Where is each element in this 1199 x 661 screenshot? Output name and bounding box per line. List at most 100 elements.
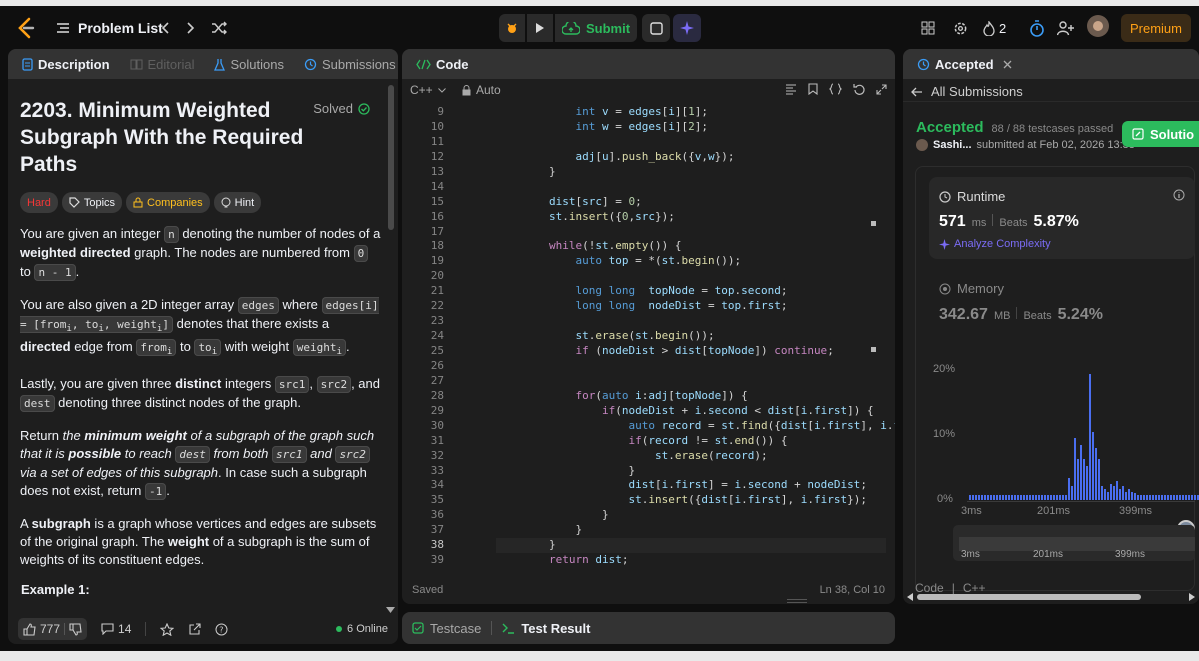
histogram-bar [1158, 494, 1160, 500]
histogram-bar [1071, 486, 1073, 500]
description-tabbar: Description Editorial Solutions Submissi… [8, 49, 398, 79]
histogram-bar [1005, 494, 1007, 500]
paragraph-5: A subgraph is a graph whose vertices and… [20, 516, 377, 568]
comment-count: 14 [118, 622, 132, 636]
problem-list-button[interactable]: Problem List [56, 16, 163, 40]
tab-editorial[interactable]: Editorial [124, 49, 201, 79]
run-play-icon[interactable] [527, 14, 553, 42]
online-dot-icon [336, 626, 343, 632]
horizontal-scrollbar[interactable] [903, 590, 1199, 604]
terminal-icon [502, 623, 515, 634]
histogram-bar [1077, 458, 1079, 500]
runtime-card[interactable]: Runtime 571 ms Beats 5.87% Analyze Compl… [929, 177, 1195, 259]
tab-submissions[interactable]: Submissions [298, 49, 398, 79]
tab-code[interactable]: Code [410, 49, 475, 79]
line-number: 30 [430, 418, 444, 432]
clock-icon [939, 190, 951, 203]
histogram-bar [1173, 494, 1175, 500]
star-icon[interactable] [160, 622, 175, 636]
svg-text:?: ? [220, 625, 224, 634]
submitter-name[interactable]: Sashi... [933, 139, 972, 151]
result-panel: Accepted All Submissions Accepted 88 / 8… [903, 49, 1199, 604]
expand-icon[interactable] [876, 83, 887, 95]
shuffle-icon[interactable] [208, 16, 230, 40]
histogram-bar [1065, 494, 1067, 500]
line-number: 38 [430, 538, 444, 552]
code-lines: int v = edges[i][1]; int w = edges[i][2]… [496, 105, 895, 568]
all-submissions-link[interactable]: All Submissions [911, 84, 1023, 99]
notes-icon[interactable] [642, 14, 670, 42]
bookmark-icon[interactable] [808, 83, 818, 95]
runtime-value: 571 [939, 213, 966, 230]
example-heading: Example 1: [21, 582, 90, 597]
tab-test-result[interactable]: Test Result [502, 621, 590, 636]
histogram-bar [1149, 494, 1151, 500]
info-icon[interactable] [1173, 189, 1185, 201]
tab-accepted[interactable]: Accepted [911, 49, 1018, 79]
add-friend-icon[interactable] [1054, 16, 1076, 40]
debug-bug-icon[interactable] [499, 14, 525, 42]
language-select[interactable]: C++ [410, 83, 446, 97]
help-icon[interactable]: ? [215, 623, 228, 636]
close-icon[interactable] [1003, 60, 1012, 69]
hint-chip[interactable]: Hint [213, 192, 262, 213]
solution-button[interactable]: Solutio [1122, 121, 1199, 147]
analyze-complexity-link[interactable]: Analyze Complexity [939, 238, 1051, 250]
ai-sparkle-icon[interactable] [673, 14, 701, 42]
timer-icon[interactable] [1026, 16, 1048, 40]
tab-solutions[interactable]: Solutions [208, 49, 289, 79]
format-align-icon[interactable] [785, 83, 797, 95]
histogram-bar [1182, 494, 1184, 500]
topics-chip[interactable]: Topics [61, 192, 123, 213]
submit-button[interactable]: Submit [555, 14, 637, 42]
runtime-distribution-chart[interactable]: 20% 10% 0% 3ms 201ms 399ms [933, 363, 1199, 538]
y-tick-label: 10% [933, 428, 956, 440]
accepted-status: Accepted [916, 119, 984, 136]
layout-grid-icon[interactable] [917, 16, 939, 40]
lightbulb-icon [221, 197, 231, 209]
prev-problem-chevron-left-icon[interactable] [156, 16, 174, 40]
histogram-bar [1143, 494, 1145, 500]
comments-button[interactable]: 14 [101, 622, 131, 636]
range-slider[interactable]: 3ms 201ms 399ms [953, 525, 1195, 561]
lock-icon [462, 84, 471, 96]
result-tabbar: Accepted [903, 49, 1199, 79]
user-avatar[interactable] [1087, 15, 1109, 37]
like-count: 777 [40, 622, 61, 636]
next-problem-chevron-right-icon[interactable] [182, 16, 200, 40]
auto-mode-toggle[interactable]: Auto [462, 83, 501, 97]
histogram-bar [1131, 491, 1133, 500]
premium-button[interactable]: Premium [1121, 14, 1191, 42]
settings-gear-icon[interactable] [949, 16, 971, 40]
tab-testcase[interactable]: Testcase [412, 621, 481, 636]
like-dislike-group: 777 [18, 618, 88, 640]
editor-scrollbar[interactable] [868, 105, 882, 573]
description-scrollbar[interactable] [388, 85, 394, 230]
line-number: 35 [430, 493, 444, 507]
line-number: 14 [430, 179, 444, 193]
panel-resize-handle[interactable] [787, 599, 807, 603]
line-number: 23 [430, 314, 444, 328]
companies-chip[interactable]: Companies [126, 192, 210, 213]
reset-undo-icon[interactable] [853, 83, 865, 95]
difficulty-badge[interactable]: Hard [20, 192, 58, 213]
thumbs-down-icon[interactable] [69, 622, 82, 636]
leetcode-logo-icon[interactable] [14, 16, 38, 40]
curly-braces-icon[interactable] [829, 83, 842, 95]
flame-icon [983, 20, 995, 36]
line-number: 37 [430, 523, 444, 537]
thumbs-up-icon[interactable] [23, 622, 36, 636]
code-editor[interactable]: 9 10 11 12 13 14 15 16 17 18 19 20 21 22 23 24 25 26 27 28 2… [402, 105, 895, 573]
histogram-bar [1188, 494, 1190, 500]
memory-header[interactable]: Memory [939, 281, 1004, 296]
line-number: 36 [430, 508, 444, 522]
history-icon [304, 58, 317, 71]
histogram-bar [1191, 494, 1193, 500]
tab-description[interactable]: Description [16, 49, 116, 79]
problem-description: 2203. Minimum Weighted Subgraph With the… [20, 97, 382, 583]
share-icon[interactable] [188, 622, 201, 636]
streak-counter[interactable]: 2 [983, 16, 1006, 40]
top-navbar: Problem List Submit 2 Premium [0, 6, 1199, 50]
